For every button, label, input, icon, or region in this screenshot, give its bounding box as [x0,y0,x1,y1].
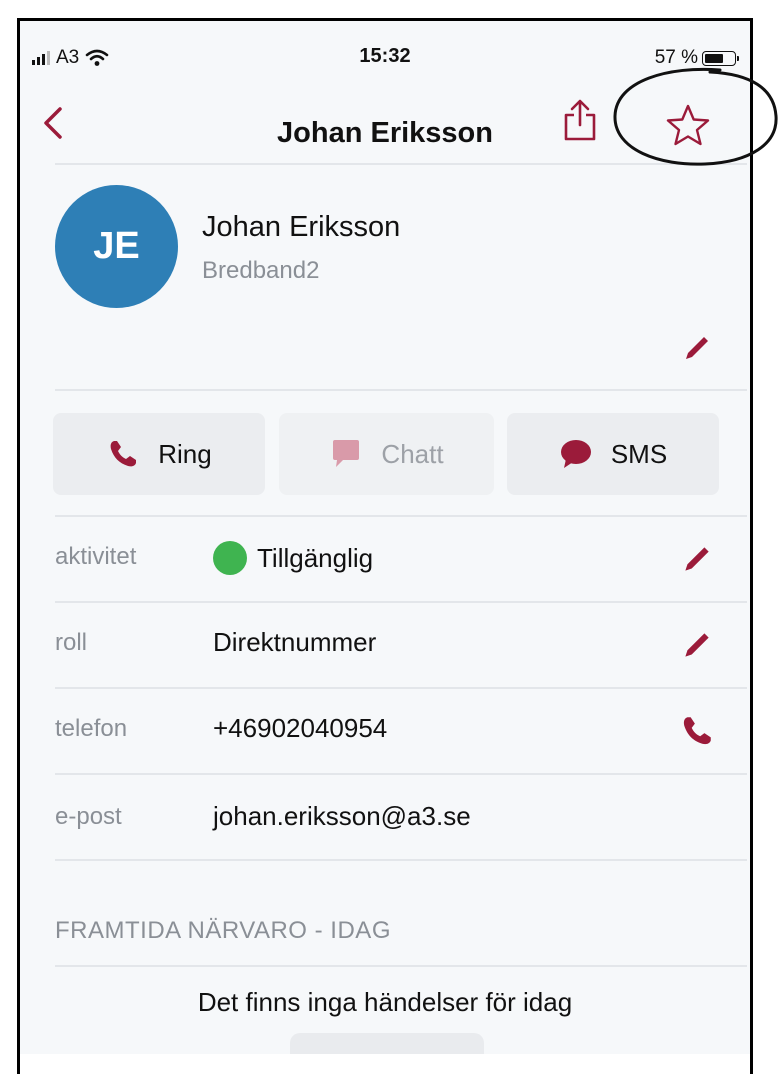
detail-label: aktivitet [55,543,137,570]
app-screen: A3 15:32 57 % Johan Eriksson JE Johan Er… [17,18,753,1074]
phone-icon [110,441,137,467]
divider [55,389,747,391]
detail-row-telefon: telefon +46902040954 [20,689,750,773]
detail-row-epost: e-post johan.eriksson@a3.se [20,777,750,861]
contact-organization: Bredband2 [202,257,320,284]
contact-name: Johan Eriksson [202,211,401,243]
email-address[interactable]: johan.eriksson@a3.se [213,801,471,832]
ring-label: Ring [158,438,212,469]
divider [55,773,747,775]
availability-text: Tillgänglig [257,542,374,573]
share-icon[interactable] [560,97,600,143]
detail-label: roll [55,629,88,656]
availability-status-dot [213,541,247,575]
sms-label: SMS [610,438,668,469]
future-presence-header: FRAMTIDA NÄRVARO - IDAG [55,917,391,944]
detail-row-roll: roll Direktnummer [20,603,750,687]
chatt-button[interactable]: Chatt [279,413,494,495]
divider [55,965,747,967]
annotation-circle [613,67,778,166]
detail-label: telefon [55,715,128,742]
edit-profile-pencil-icon[interactable] [680,331,714,365]
detail-row-aktivitet: aktivitet Tillgänglig [20,517,750,601]
chat-bubble-icon [333,440,360,467]
edit-role-pencil-icon[interactable] [679,627,715,663]
edit-activity-pencil-icon[interactable] [679,541,715,577]
status-time: 15:32 [359,45,411,67]
chatt-label: Chatt [381,438,444,469]
detail-value: Tillgänglig [213,541,373,575]
call-phone-icon[interactable] [679,713,715,749]
detail-value: Direktnummer [213,627,377,657]
avatar: JE [55,185,178,308]
sms-button[interactable]: SMS [507,413,719,495]
ring-button[interactable]: Ring [53,413,265,495]
footer-area [20,1054,750,1074]
phone-number[interactable]: +46902040954 [213,713,387,744]
divider [55,859,747,861]
no-events-message: Det finns inga händelser för idag [197,987,573,1017]
battery-icon [702,50,739,66]
speech-bubble-icon [560,440,591,468]
detail-label: e-post [55,803,122,830]
